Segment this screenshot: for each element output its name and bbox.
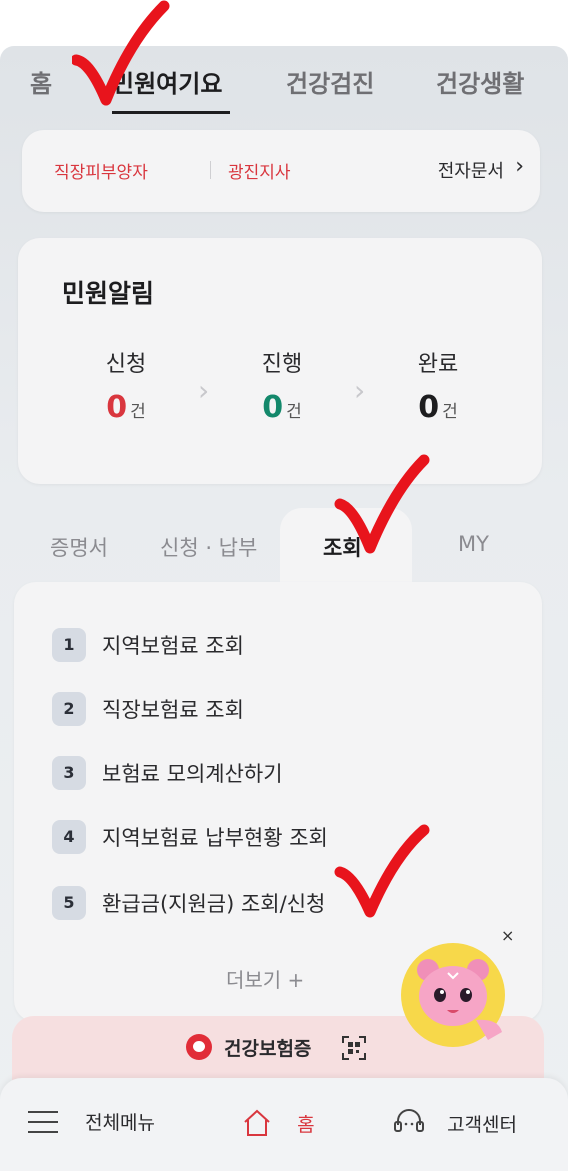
- item-label: 환급금(지원금) 조회/신청: [102, 892, 326, 916]
- nav-label: 전체메뉴: [85, 1112, 156, 1134]
- item-number: 3: [52, 756, 86, 790]
- list-item[interactable]: 3 보험료 모의계산하기: [52, 756, 283, 796]
- headset-icon: [394, 1109, 424, 1132]
- tab-healthy-living[interactable]: 건강생활: [436, 64, 524, 99]
- item-number: 5: [52, 886, 86, 920]
- edoc-link[interactable]: 전자문서: [438, 157, 504, 183]
- tab-health-checkup[interactable]: 건강검진: [286, 64, 374, 99]
- alert-title: 민원알림: [62, 279, 155, 308]
- item-number: 2: [52, 692, 86, 726]
- list-item[interactable]: 1 지역보험료 조회: [52, 628, 244, 668]
- status-unit: 건: [442, 402, 458, 422]
- item-label: 보험료 모의계산하기: [102, 762, 283, 786]
- status-count: 0: [106, 390, 128, 425]
- qr-code-icon[interactable]: [340, 1034, 368, 1062]
- home-icon: [244, 1109, 270, 1136]
- insurance-card-label[interactable]: 건강보험증: [224, 1034, 311, 1061]
- status-label: 완료: [417, 352, 459, 377]
- active-tab-indicator: [112, 111, 230, 114]
- status-in-progress[interactable]: 진행 0건: [222, 346, 342, 425]
- status-label: 신청: [105, 352, 147, 377]
- status-unit: 건: [286, 402, 302, 422]
- item-label: 지역보험료 납부현황 조회: [102, 826, 328, 850]
- status-count: 0: [418, 390, 440, 425]
- tab-home[interactable]: 홈: [30, 64, 52, 99]
- list-item[interactable]: 2 직장보험료 조회: [52, 692, 244, 732]
- status-applied[interactable]: 신청 0건: [66, 346, 186, 425]
- list-item[interactable]: 5 환급금(지원금) 조회/신청: [52, 886, 325, 926]
- checkmark-annotation-icon: [334, 454, 430, 554]
- checkmark-annotation-icon: [72, 0, 170, 106]
- nav-label: 홈: [297, 1113, 315, 1136]
- heart-icon: [186, 1034, 212, 1060]
- chevron-right-icon: ›: [354, 374, 366, 407]
- civil-alert-card: 민원알림 신청 0건 › 진행 0건 › 완료 0건: [18, 238, 542, 484]
- divider: [210, 161, 211, 179]
- checkmark-annotation-icon: [334, 824, 430, 918]
- mascot-character-icon[interactable]: [398, 940, 508, 1050]
- chevron-right-icon: ›: [198, 374, 210, 407]
- member-type: 직장피부양자: [54, 163, 148, 183]
- member-info-card: 직장피부양자 광진지사 전자문서 ›: [22, 130, 540, 212]
- item-number: 4: [52, 820, 86, 854]
- tab-my[interactable]: MY: [458, 532, 489, 556]
- hamburger-icon: [28, 1110, 58, 1133]
- branch-name: 광진지사: [228, 163, 291, 183]
- status-label: 진행: [261, 352, 303, 377]
- list-item[interactable]: 4 지역보험료 납부현황 조회: [52, 820, 328, 860]
- item-label: 지역보험료 조회: [102, 634, 244, 658]
- nav-home[interactable]: 홈: [242, 1108, 315, 1142]
- more-button[interactable]: 더보기 +: [226, 964, 304, 993]
- nav-label: 고객센터: [447, 1113, 518, 1136]
- item-label: 직장보험료 조회: [102, 698, 244, 722]
- nav-customer-center[interactable]: 고객센터: [392, 1108, 517, 1142]
- chevron-right-icon[interactable]: ›: [515, 154, 524, 179]
- tab-apply-pay[interactable]: 신청 · 납부: [160, 532, 257, 562]
- nav-all-menu[interactable]: 전체메뉴: [26, 1108, 155, 1142]
- status-unit: 건: [130, 402, 146, 422]
- status-completed[interactable]: 완료 0건: [378, 346, 498, 425]
- item-number: 1: [52, 628, 86, 662]
- tab-certificates[interactable]: 증명서: [50, 532, 108, 562]
- status-count: 0: [262, 390, 284, 425]
